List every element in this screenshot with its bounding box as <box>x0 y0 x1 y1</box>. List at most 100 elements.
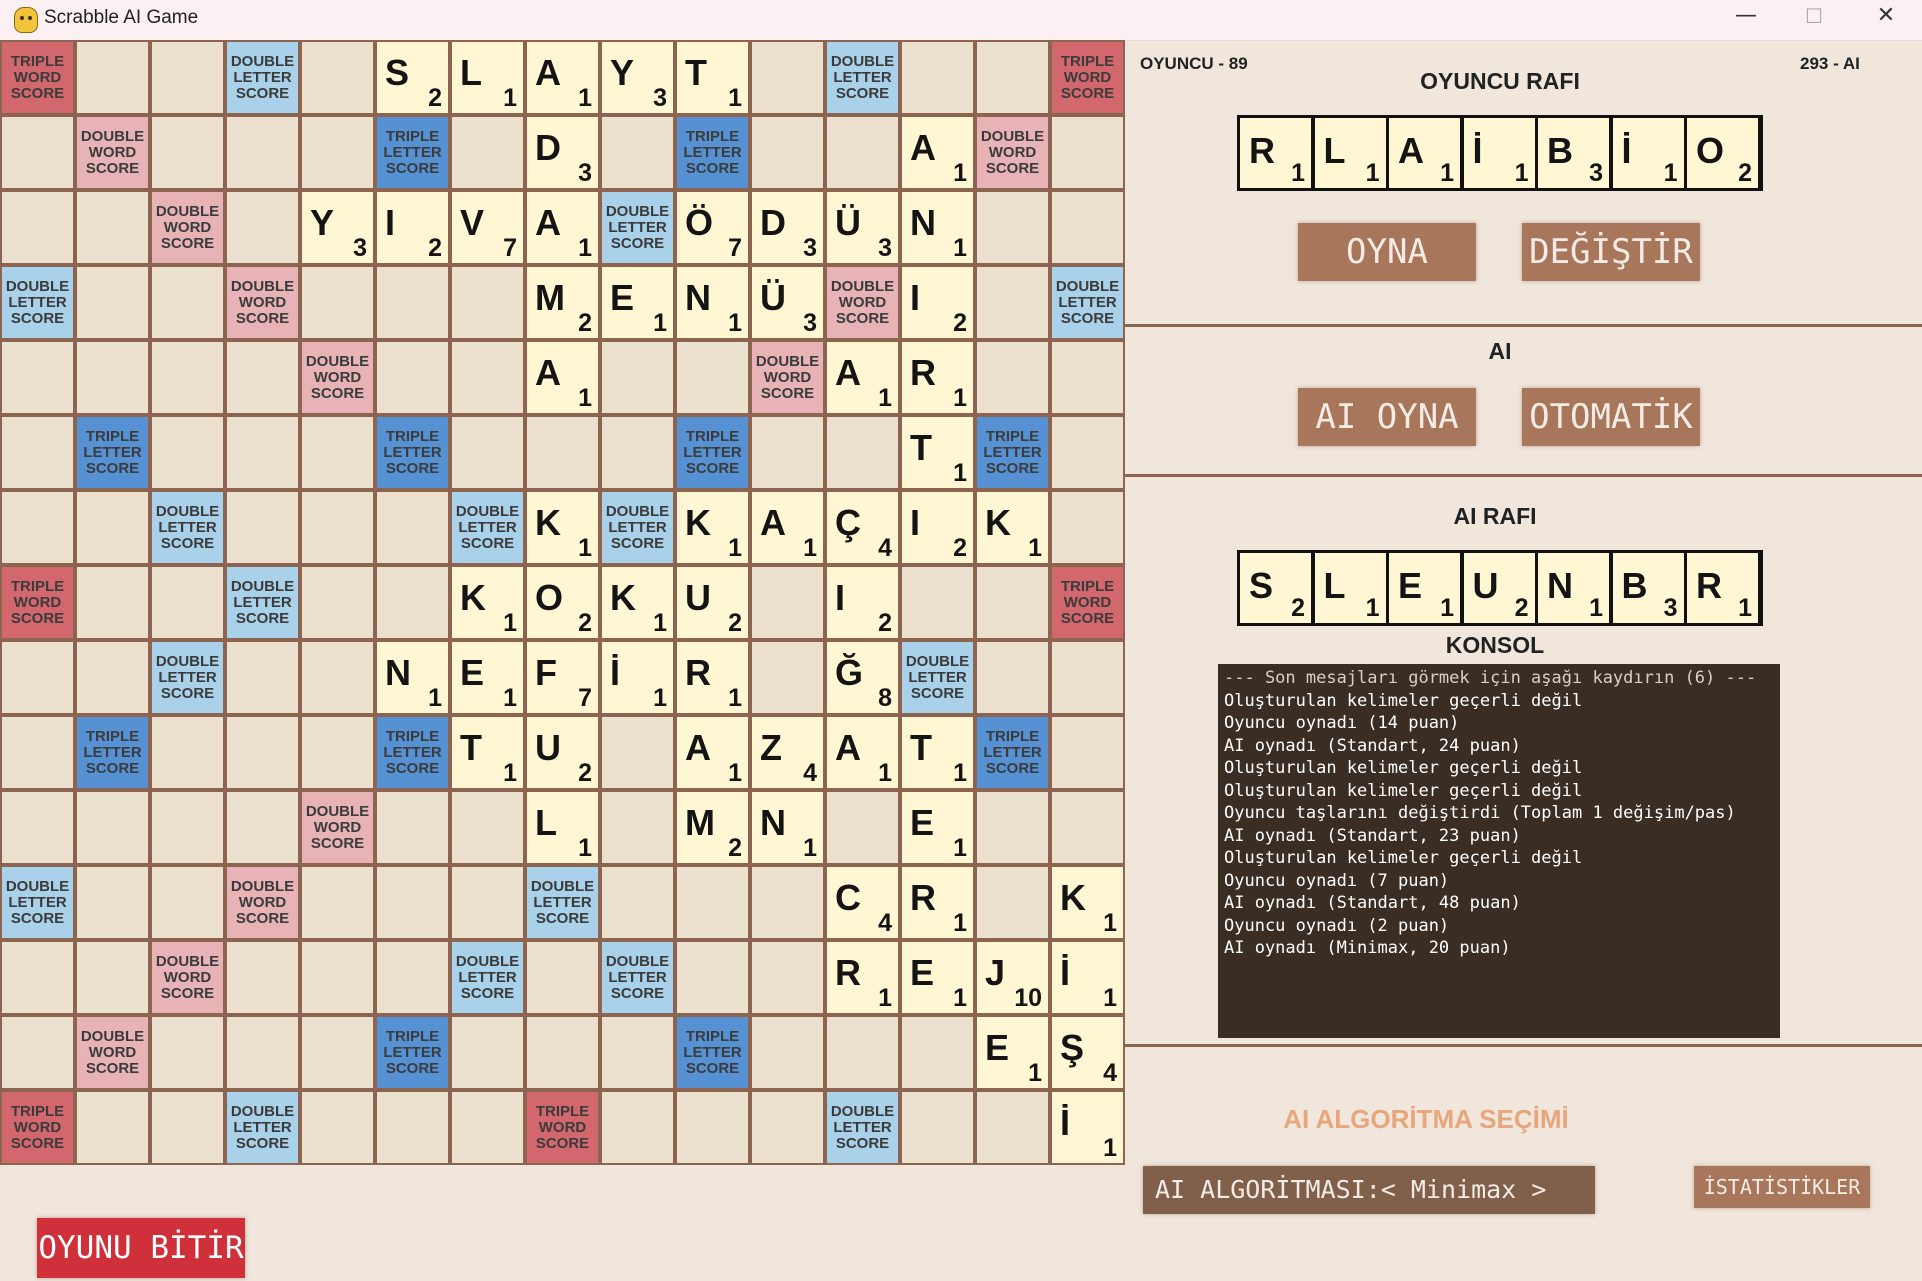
premium-square-tl[interactable]: TRIPLE LETTER SCORE <box>977 417 1048 488</box>
board-tile[interactable]: İ1 <box>602 642 673 713</box>
board-cell[interactable] <box>152 42 223 113</box>
board-tile[interactable]: Z4 <box>752 717 823 788</box>
board-cell[interactable] <box>377 867 448 938</box>
board-cell[interactable] <box>602 117 673 188</box>
player-rack-tile[interactable]: B3 <box>1538 118 1609 188</box>
board-cell[interactable] <box>827 117 898 188</box>
premium-square-tl[interactable]: TRIPLE LETTER SCORE <box>377 717 448 788</box>
ai-rack-tile[interactable]: N1 <box>1538 553 1609 623</box>
board-tile[interactable]: R1 <box>677 642 748 713</box>
board-tile[interactable]: O2 <box>527 567 598 638</box>
board-cell[interactable] <box>677 1092 748 1163</box>
premium-square-dl[interactable]: DOUBLE LETTER SCORE <box>827 42 898 113</box>
board-cell[interactable] <box>227 642 298 713</box>
board-tile[interactable]: I2 <box>377 192 448 263</box>
board-tile[interactable]: Ö7 <box>677 192 748 263</box>
board-cell[interactable] <box>302 1017 373 1088</box>
board-cell[interactable] <box>527 417 598 488</box>
board-cell[interactable] <box>377 267 448 338</box>
board-cell[interactable] <box>977 792 1048 863</box>
premium-square-dw[interactable]: DOUBLE WORD SCORE <box>827 267 898 338</box>
board-tile[interactable]: T1 <box>902 717 973 788</box>
premium-square-dl[interactable]: DOUBLE LETTER SCORE <box>527 867 598 938</box>
board-tile[interactable]: N1 <box>677 267 748 338</box>
board-cell[interactable] <box>602 1017 673 1088</box>
player-rack-tile[interactable]: İ1 <box>1463 118 1535 188</box>
ai-rack-tile[interactable]: E1 <box>1389 553 1460 623</box>
board-cell[interactable] <box>377 567 448 638</box>
board-cell[interactable] <box>452 417 523 488</box>
board-cell[interactable] <box>977 867 1048 938</box>
board-cell[interactable] <box>1052 642 1123 713</box>
board-tile[interactable]: M2 <box>677 792 748 863</box>
premium-square-tl[interactable]: TRIPLE LETTER SCORE <box>977 717 1048 788</box>
board-cell[interactable] <box>302 867 373 938</box>
board-tile[interactable]: N1 <box>377 642 448 713</box>
board-tile[interactable]: T1 <box>902 417 973 488</box>
board-cell[interactable] <box>602 792 673 863</box>
board-cell[interactable] <box>677 342 748 413</box>
board-cell[interactable] <box>302 642 373 713</box>
auto-button[interactable]: OTOMATİK <box>1522 388 1700 446</box>
board-cell[interactable] <box>227 342 298 413</box>
premium-square-dw[interactable]: DOUBLE WORD SCORE <box>227 267 298 338</box>
player-rack-tile[interactable]: O2 <box>1687 118 1758 188</box>
board-tile[interactable]: K1 <box>602 567 673 638</box>
board-cell[interactable] <box>902 1017 973 1088</box>
ai-play-button[interactable]: AI OYNA <box>1298 388 1476 446</box>
board-cell[interactable] <box>377 342 448 413</box>
board-tile[interactable]: E1 <box>902 942 973 1013</box>
board-tile[interactable]: E1 <box>977 1017 1048 1088</box>
board-cell[interactable] <box>77 792 148 863</box>
statistics-button[interactable]: İSTATİSTİKLER <box>1694 1166 1870 1208</box>
premium-square-dl[interactable]: DOUBLE LETTER SCORE <box>227 42 298 113</box>
board-cell[interactable] <box>227 492 298 563</box>
premium-square-dw[interactable]: DOUBLE WORD SCORE <box>977 117 1048 188</box>
minimize-icon[interactable]: — <box>1716 0 1776 34</box>
board-tile[interactable]: A1 <box>752 492 823 563</box>
console-log[interactable]: --- Son mesajları görmek için aşağı kayd… <box>1218 664 1780 1038</box>
board-cell[interactable] <box>977 1092 1048 1163</box>
board-cell[interactable] <box>677 942 748 1013</box>
board-cell[interactable] <box>227 717 298 788</box>
premium-square-tl[interactable]: TRIPLE LETTER SCORE <box>377 1017 448 1088</box>
board-cell[interactable] <box>2 342 73 413</box>
premium-square-dl[interactable]: DOUBLE LETTER SCORE <box>602 492 673 563</box>
board-tile[interactable]: J 10 <box>977 942 1048 1013</box>
board-cell[interactable] <box>2 492 73 563</box>
board-tile[interactable]: Ü3 <box>752 267 823 338</box>
board-cell[interactable] <box>77 1092 148 1163</box>
premium-square-tl[interactable]: TRIPLE LETTER SCORE <box>377 417 448 488</box>
board-tile[interactable]: Y3 <box>602 42 673 113</box>
play-button[interactable]: OYNA <box>1298 223 1476 281</box>
board-cell[interactable] <box>977 642 1048 713</box>
board-tile[interactable]: K1 <box>1052 867 1123 938</box>
board-cell[interactable] <box>302 42 373 113</box>
board-cell[interactable] <box>752 117 823 188</box>
board-cell[interactable] <box>77 942 148 1013</box>
ai-rack-tile[interactable]: B3 <box>1612 553 1684 623</box>
board-tile[interactable]: S2 <box>377 42 448 113</box>
board-cell[interactable] <box>302 492 373 563</box>
board-tile[interactable]: A1 <box>527 342 598 413</box>
board-cell[interactable] <box>1052 192 1123 263</box>
board-cell[interactable] <box>602 1092 673 1163</box>
board-tile[interactable]: Ş4 <box>1052 1017 1123 1088</box>
maximize-icon[interactable]: ☐ <box>1784 0 1844 34</box>
board-cell[interactable] <box>752 942 823 1013</box>
board-cell[interactable] <box>1052 792 1123 863</box>
player-rack-tile[interactable]: R1 <box>1240 118 1311 188</box>
board-cell[interactable] <box>827 792 898 863</box>
board-cell[interactable] <box>152 567 223 638</box>
premium-square-tl[interactable]: TRIPLE LETTER SCORE <box>677 117 748 188</box>
player-rack-tile[interactable]: İ1 <box>1612 118 1684 188</box>
board-cell[interactable] <box>152 267 223 338</box>
board-tile[interactable]: U2 <box>677 567 748 638</box>
board-cell[interactable] <box>227 192 298 263</box>
board-cell[interactable] <box>77 567 148 638</box>
player-rack-tile[interactable]: A1 <box>1389 118 1460 188</box>
board-tile[interactable]: K1 <box>527 492 598 563</box>
board-tile[interactable]: M2 <box>527 267 598 338</box>
board-cell[interactable] <box>752 417 823 488</box>
board-cell[interactable] <box>977 267 1048 338</box>
